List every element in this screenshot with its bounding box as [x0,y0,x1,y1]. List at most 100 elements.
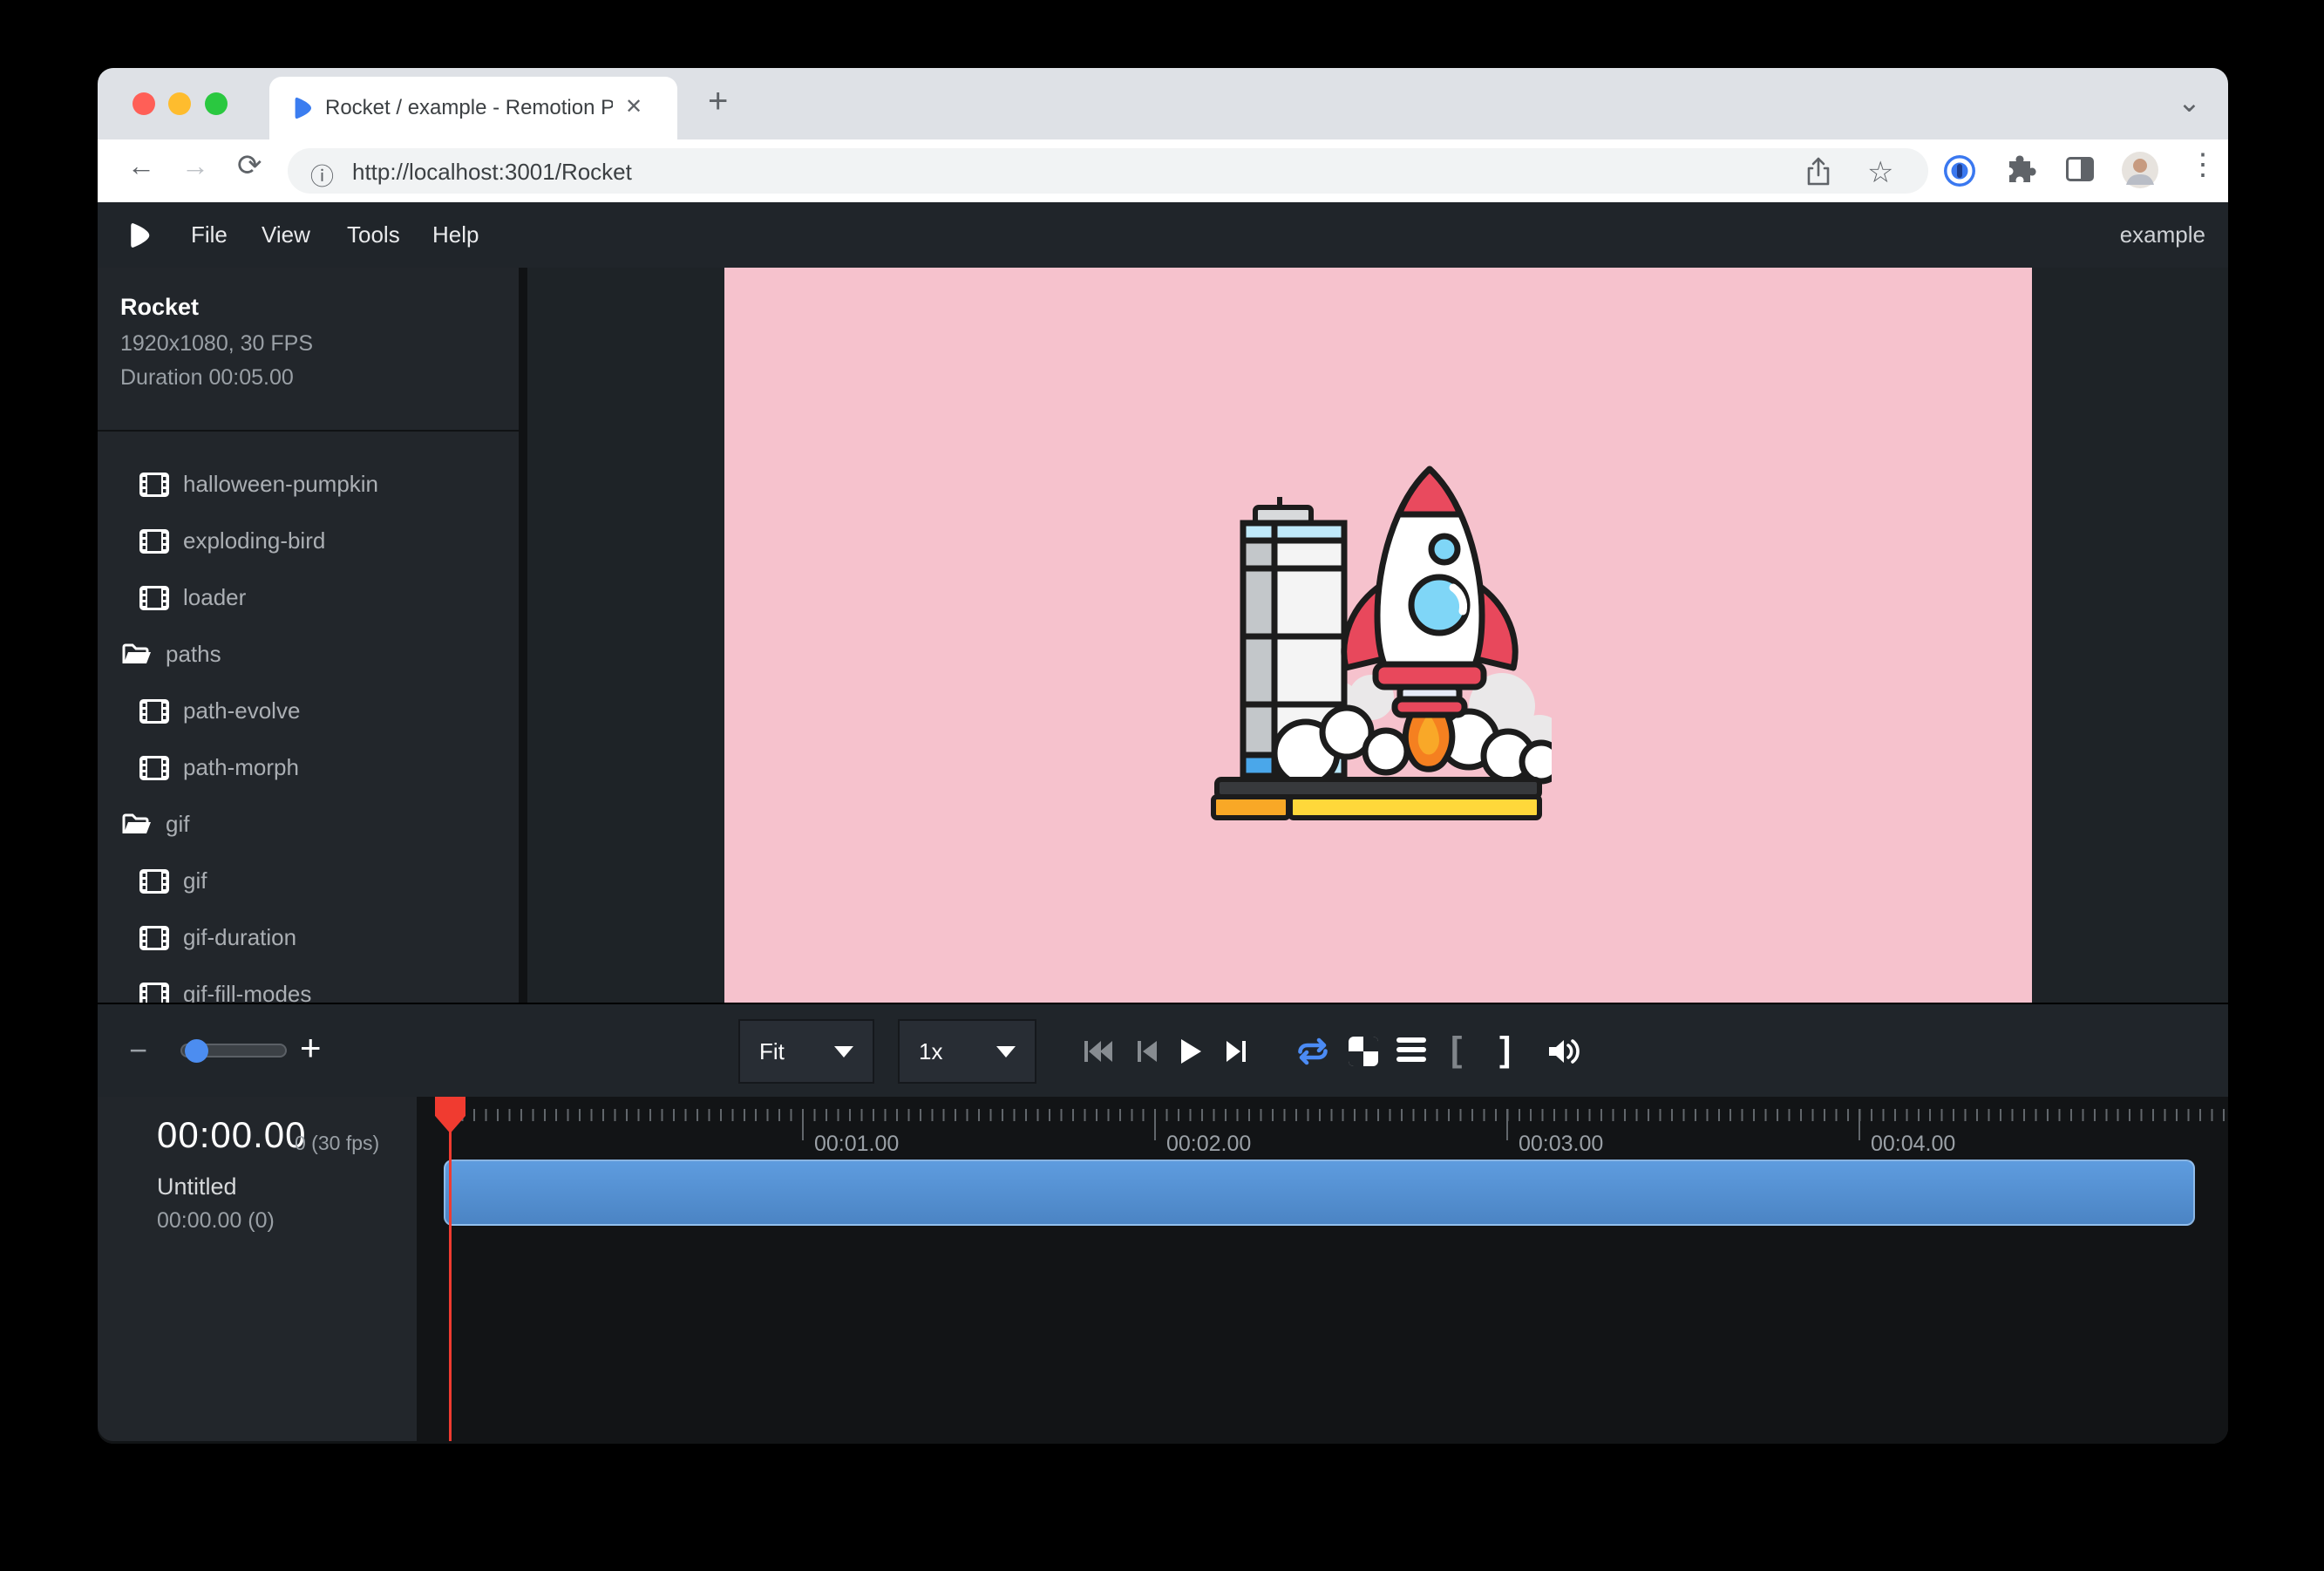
composition-info: Rocket 1920x1080, 30 FPS Duration 00:05.… [98,268,519,432]
chevron-down-icon [834,1046,853,1058]
playhead-marker[interactable] [435,1097,465,1133]
project-name-label: example [2120,221,2205,248]
sidebar-item-label: exploding-bird [183,527,325,554]
composition-title: Rocket [120,294,519,321]
sidebar-item-label: gif-duration [183,924,296,951]
checkerboard-icon [1363,1037,1378,1051]
open-folder-icon [122,813,152,837]
sequence-name: Untitled [157,1173,237,1200]
browser-window: Rocket / example - Remotion P ✕ + ⌄ ← → … [98,68,2228,1444]
skip-to-start-button[interactable] [1081,1036,1116,1067]
menu-file[interactable]: File [191,221,228,248]
back-icon[interactable]: ← [127,150,155,182]
timeline-rows-button[interactable] [1396,1037,1426,1062]
size-select-value: Fit [759,1038,785,1065]
sidebar-item-path-evolve[interactable]: path-evolve [98,683,519,739]
tab-strip: Rocket / example - Remotion P ✕ + ⌄ [98,68,2228,139]
app-menu-bar: File View Tools Help example [98,202,2228,268]
sidebar-item-halloween-pumpkin[interactable]: halloween-pumpkin [98,456,519,513]
sidebar-item-label: path-evolve [183,697,300,724]
zoom-out-button[interactable]: − [129,1032,147,1069]
play-button[interactable] [1173,1036,1208,1067]
side-panel-icon[interactable] [2066,157,2094,181]
remotion-logo-icon[interactable] [129,221,152,249]
play-icon [1179,1038,1202,1064]
tab-search-chevron-icon[interactable]: ⌄ [2178,85,2201,119]
film-icon [139,529,169,554]
composition-duration: Duration 00:05.00 [120,365,519,391]
tab-title: Rocket / example - Remotion P [325,96,613,120]
ruler-label-1s: 00:01.00 [814,1132,899,1157]
skip-to-start-icon [1083,1038,1114,1064]
current-time: 00:00.00 [157,1114,307,1156]
sidebar-item-label: path-morph [183,754,299,781]
compositions-sidebar: Rocket 1920x1080, 30 FPS Duration 00:05.… [98,268,519,1003]
film-icon [139,983,169,1003]
sidebar-folder-paths[interactable]: paths [98,626,519,683]
next-frame-icon [1225,1038,1247,1064]
loop-toggle-button[interactable] [1295,1036,1330,1067]
ruler-label-4s: 00:04.00 [1871,1132,1955,1157]
sidebar-item-label: gif [183,867,207,894]
traffic-close-button[interactable] [133,92,155,115]
film-icon [139,756,169,780]
sidebar-item-label: gif [166,811,189,838]
sidebar-folder-gif[interactable]: gif [98,796,519,853]
browser-tab[interactable]: Rocket / example - Remotion P ✕ [269,77,677,139]
transparency-toggle-button[interactable] [1349,1037,1378,1066]
ruler-label-3s: 00:03.00 [1519,1132,1603,1157]
size-select[interactable]: Fit [738,1019,874,1084]
zoom-slider-thumb[interactable] [185,1039,208,1063]
sidebar-item-gif[interactable]: gif [98,853,519,909]
remotion-favicon [294,96,313,120]
address-bar: ← → ⟳ ⓘ http://localhost:3001/Rocket ☆ [98,139,2228,202]
previous-frame-button[interactable] [1130,1036,1165,1067]
lines-icon [1396,1037,1426,1043]
loop-icon [1296,1037,1329,1065]
film-icon [139,869,169,894]
sidebar-item-label: halloween-pumpkin [183,471,378,498]
current-frame-info: 0 (30 fps) [295,1132,379,1155]
traffic-minimize-button[interactable] [168,92,191,115]
menu-view[interactable]: View [262,221,310,248]
chevron-down-icon [996,1046,1016,1058]
menu-tools[interactable]: Tools [347,221,400,248]
timeline-ruler[interactable] [450,1109,2228,1121]
traffic-zoom-button[interactable] [205,92,228,115]
sidebar-item-loader[interactable]: loader [98,569,519,626]
next-frame-button[interactable] [1219,1036,1254,1067]
sequence-time: 00:00.00 (0) [157,1208,275,1234]
second-tick [802,1109,804,1140]
sequence-track-bar[interactable] [444,1160,2195,1226]
playback-speed-select[interactable]: 1x [898,1019,1036,1084]
previous-frame-icon [1136,1038,1159,1064]
zoom-in-button[interactable]: + [300,1027,322,1069]
preview-toolbar: − + Fit 1x [98,1003,2228,1097]
bookmark-star-icon[interactable]: ☆ [1867,155,1893,190]
url-field[interactable]: ⓘ http://localhost:3001/Rocket ☆ [288,148,1928,194]
tab-close-icon[interactable]: ✕ [625,94,642,119]
film-icon [139,473,169,497]
menu-help[interactable]: Help [432,221,479,248]
sidebar-item-exploding-bird[interactable]: exploding-bird [98,513,519,569]
new-tab-button[interactable]: + [708,82,728,121]
main-area: Rocket 1920x1080, 30 FPS Duration 00:05.… [98,268,2228,1003]
forward-icon[interactable]: → [181,150,209,182]
share-icon[interactable] [1806,157,1831,187]
set-out-point-button[interactable]: ] [1499,1030,1511,1070]
browser-menu-dots-icon[interactable]: ⋮ [2188,147,2218,182]
reload-icon[interactable]: ⟳ [237,148,262,183]
sidebar-item-path-morph[interactable]: path-morph [98,739,519,796]
sidebar-item-gif-duration[interactable]: gif-duration [98,909,519,966]
extensions-puzzle-icon[interactable] [2003,154,2036,187]
screen: Rocket / example - Remotion P ✕ + ⌄ ← → … [0,0,2324,1571]
profile-avatar[interactable] [2122,152,2158,188]
film-icon [139,926,169,950]
sidebar-item-gif-fill-modes[interactable]: gif-fill-modes [98,966,519,1003]
site-info-icon[interactable]: ⓘ [310,158,334,192]
set-in-point-button[interactable]: [ [1451,1030,1462,1070]
sidebar-item-label: paths [166,641,221,668]
video-canvas [724,268,2032,1003]
volume-button[interactable] [1546,1036,1581,1067]
password-extension-icon[interactable] [1942,153,1977,188]
